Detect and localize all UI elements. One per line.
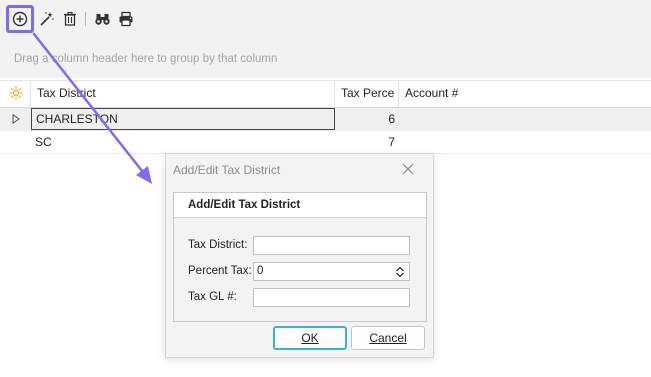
group-box-header: Add/Edit Tax District <box>174 193 426 218</box>
dialog-title: Add/Edit Tax District <box>173 163 281 177</box>
tax-district-grid: Tax District Tax Perce Account # CHARLES… <box>0 80 651 154</box>
column-chooser-cell[interactable] <box>0 81 31 107</box>
add-edit-tax-district-dialog: Add/Edit Tax District Add/Edit Tax Distr… <box>165 153 434 358</box>
print-icon <box>119 11 133 27</box>
percent-tax-value: 0 <box>257 265 264 277</box>
column-header-account[interactable]: Account # <box>399 81 651 107</box>
table-row[interactable]: SC 7 <box>0 131 651 154</box>
row-indicator-icon <box>12 114 20 124</box>
toolbar <box>0 0 651 38</box>
cell-account[interactable] <box>399 131 651 153</box>
tax-gl-field[interactable] <box>253 288 410 307</box>
percent-tax-stepper[interactable]: 0 <box>253 262 410 281</box>
percent-tax-label: Percent Tax: <box>188 265 252 277</box>
tax-gl-label: Tax GL #: <box>188 291 237 303</box>
magic-wand-icon <box>40 12 54 26</box>
group-by-panel[interactable]: Drag a column header here to group by th… <box>0 38 651 78</box>
ok-button[interactable]: OK <box>273 326 347 350</box>
cancel-button[interactable]: Cancel <box>351 326 425 350</box>
column-header-tax-district[interactable]: Tax District <box>31 81 335 107</box>
tax-district-field[interactable] <box>253 236 410 255</box>
tax-district-label: Tax District: <box>188 239 248 251</box>
grid-header: Tax District Tax Perce Account # <box>0 80 651 108</box>
cell-tax-percent[interactable]: 6 <box>335 108 399 130</box>
group-by-hint: Drag a column header here to group by th… <box>14 53 278 65</box>
spin-updown-icon[interactable] <box>395 266 405 278</box>
column-header-tax-percent[interactable]: Tax Perce <box>335 81 399 107</box>
print-button[interactable] <box>113 6 139 32</box>
add-circle-icon <box>12 11 28 27</box>
cell-tax-district[interactable]: SC <box>31 131 335 153</box>
cell-account[interactable] <box>399 108 651 130</box>
cell-tax-district[interactable]: CHARLESTON <box>31 108 335 130</box>
sun-icon <box>9 86 23 100</box>
add-button[interactable] <box>6 5 34 33</box>
toolbar-separator <box>85 12 86 26</box>
cell-tax-percent[interactable]: 7 <box>335 131 399 153</box>
group-box-title: Add/Edit Tax District <box>188 199 301 211</box>
close-icon[interactable] <box>402 163 414 175</box>
binoculars-icon <box>94 14 110 25</box>
find-button[interactable] <box>89 6 115 32</box>
trash-icon <box>64 11 76 26</box>
table-row[interactable]: CHARLESTON 6 <box>0 108 651 131</box>
dialog-group-box: Add/Edit Tax District Tax District: Perc… <box>173 192 427 322</box>
delete-button[interactable] <box>57 6 83 32</box>
